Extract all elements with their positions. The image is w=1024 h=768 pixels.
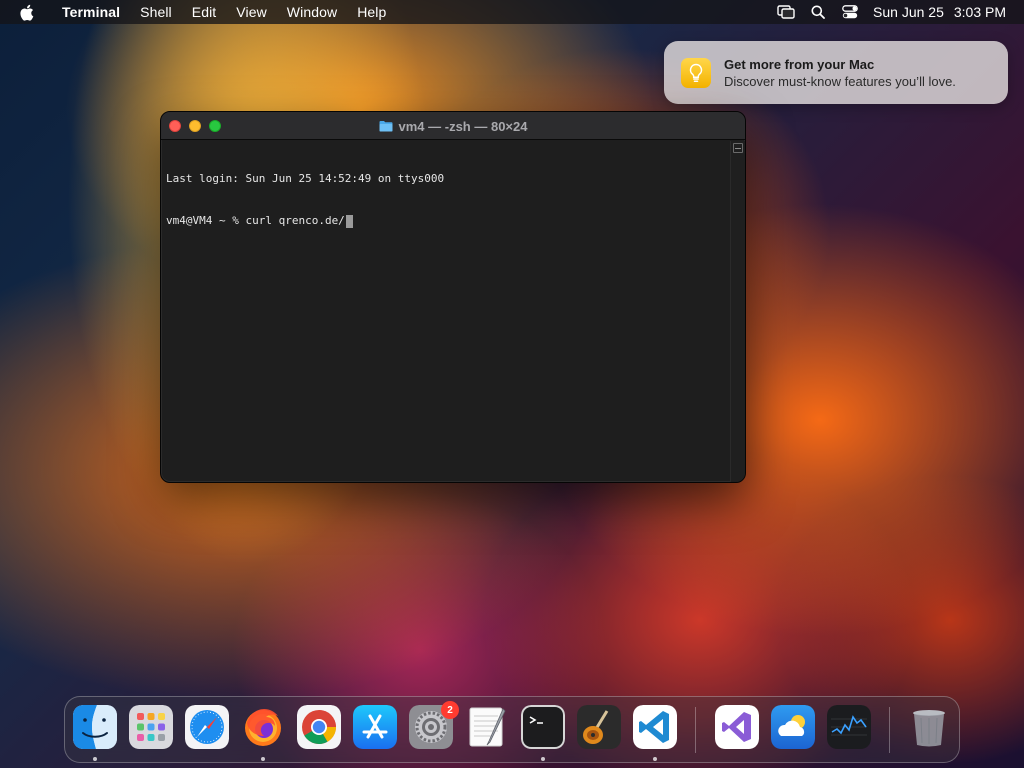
screen-mirroring-icon[interactable]: [777, 3, 795, 21]
terminal-window-title: vm4 — -zsh — 80×24: [398, 118, 528, 134]
dock-separator: [889, 707, 890, 753]
finder-icon: [73, 705, 117, 749]
app-store-icon: [353, 705, 397, 749]
weather-icon: [771, 705, 815, 749]
dock-visual-studio[interactable]: [715, 705, 759, 749]
lightbulb-icon: [681, 57, 711, 88]
split-pane-button[interactable]: [733, 143, 743, 153]
close-window-button[interactable]: [169, 119, 181, 132]
terminal-window[interactable]: vm4 — -zsh — 80×24 Last login: Sun Jun 2…: [160, 111, 746, 483]
menu-window[interactable]: Window: [277, 0, 347, 24]
garageband-icon: [577, 705, 621, 749]
dock-stocks[interactable]: [827, 705, 871, 749]
dock-app-store[interactable]: [353, 705, 397, 749]
trash-icon: [907, 705, 951, 749]
clock-date: Sun Jun 25: [873, 4, 944, 20]
dock-garageband[interactable]: [577, 705, 621, 749]
safari-icon: [185, 705, 229, 749]
menu-help[interactable]: Help: [347, 0, 396, 24]
clock-time: 3:03 PM: [953, 4, 1006, 20]
dock-launchpad[interactable]: [129, 705, 173, 749]
menu-clock[interactable]: Sun Jun 25 3:03 PM: [873, 4, 1006, 20]
menu-app-name[interactable]: Terminal: [52, 0, 130, 24]
spotlight-search-icon[interactable]: [809, 3, 827, 21]
menu-bar: Terminal Shell Edit View Window Help Sun…: [0, 0, 1024, 24]
dock-safari[interactable]: [185, 705, 229, 749]
minimize-window-button[interactable]: [189, 119, 201, 132]
terminal-line: Last login: Sun Jun 25 14:52:49 on ttys0…: [166, 172, 445, 185]
stocks-icon: [827, 705, 871, 749]
dock-chrome[interactable]: [297, 705, 341, 749]
visual-studio-icon: [715, 705, 759, 749]
dock-textedit[interactable]: [465, 705, 509, 749]
notification-banner[interactable]: Get more from your Mac Discover must-kno…: [664, 41, 1008, 104]
dock-separator: [695, 707, 696, 753]
vscode-icon: [633, 705, 677, 749]
terminal-output[interactable]: Last login: Sun Jun 25 14:52:49 on ttys0…: [161, 141, 730, 482]
terminal-scroll-gutter[interactable]: [730, 141, 745, 482]
dock: 2: [64, 696, 960, 763]
zoom-window-button[interactable]: [209, 119, 221, 132]
notification-body: Discover must-know features you’ll love.: [724, 73, 956, 89]
menu-edit[interactable]: Edit: [182, 0, 227, 24]
control-center-icon[interactable]: [841, 3, 859, 21]
dock-weather[interactable]: [771, 705, 815, 749]
menu-view[interactable]: View: [226, 0, 277, 24]
apple-logo-icon[interactable]: [19, 4, 35, 21]
dock-firefox[interactable]: [241, 705, 285, 749]
dock-vscode[interactable]: [633, 705, 677, 749]
notification-badge: 2: [441, 701, 459, 719]
firefox-icon: [241, 705, 285, 749]
dock-finder[interactable]: [73, 705, 117, 749]
dock-trash[interactable]: [907, 705, 951, 749]
chrome-icon: [297, 705, 341, 749]
notification-title: Get more from your Mac: [724, 56, 875, 72]
running-indicator: [653, 757, 657, 761]
running-indicator: [261, 757, 265, 761]
running-indicator: [541, 757, 545, 761]
dock-system-settings[interactable]: 2: [409, 701, 459, 749]
folder-icon: [379, 120, 393, 132]
textedit-icon: [465, 705, 509, 749]
terminal-prompt-line[interactable]: vm4@VM4 ~ % curl qrenco.de/: [166, 214, 725, 228]
text-cursor: [345, 214, 353, 228]
dock-terminal[interactable]: [521, 705, 565, 749]
terminal-titlebar[interactable]: vm4 — -zsh — 80×24: [161, 112, 745, 140]
launchpad-icon: [129, 705, 173, 749]
running-indicator: [93, 757, 97, 761]
menu-shell[interactable]: Shell: [130, 0, 182, 24]
terminal-icon: [521, 705, 565, 749]
